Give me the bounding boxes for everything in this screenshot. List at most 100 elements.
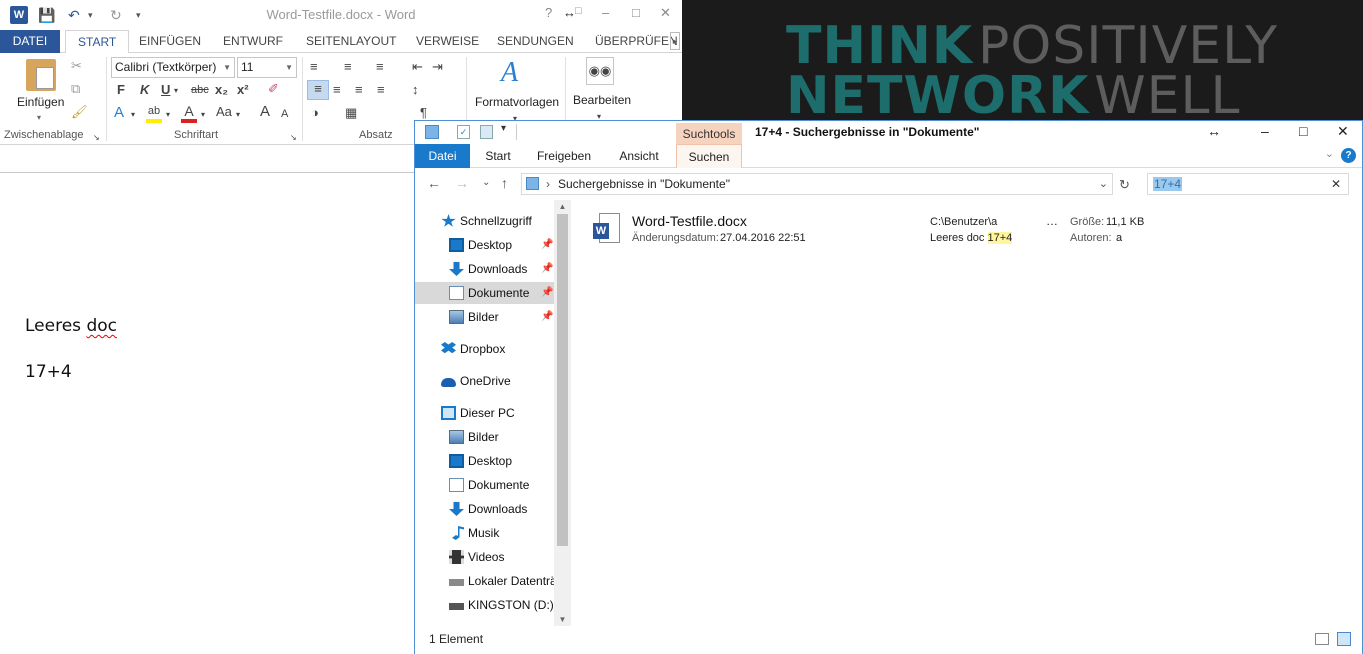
copy-icon[interactable]: ⧉ [71, 81, 80, 97]
scroll-thumb[interactable] [557, 214, 568, 546]
borders-icon[interactable]: ▦ [345, 105, 357, 121]
search-input[interactable]: 17+4 ✕ [1147, 173, 1349, 195]
nav-item-dokumente[interactable]: Dokumente 📌 [415, 282, 571, 304]
doc-line-1[interactable]: Leeres doc [25, 316, 117, 336]
nav-item-lokaler-datentr-ge[interactable]: Lokaler Datenträge [415, 570, 571, 592]
justify-button[interactable]: ≡ [377, 82, 385, 98]
tab-ansicht[interactable]: Ansicht [612, 144, 666, 168]
pin-icon[interactable]: 📌 [541, 234, 553, 256]
strikethrough-button[interactable]: abc [191, 82, 209, 98]
tab-einfuegen[interactable]: EINFÜGEN [139, 30, 201, 53]
change-case-button[interactable]: Aa [216, 104, 232, 120]
highlight-dropdown-icon[interactable]: ▾ [166, 107, 170, 123]
nav-item-desktop[interactable]: Desktop [415, 450, 571, 472]
nav-item-bilder[interactable]: Bilder 📌 [415, 306, 571, 328]
close-button[interactable]: ✕ [1337, 123, 1349, 140]
format-painter-icon[interactable]: 🖌 [71, 104, 88, 120]
paste-icon[interactable] [26, 59, 56, 91]
font-size-combobox[interactable]: 11 ▼ [237, 57, 297, 78]
tiles-view-icon[interactable] [1337, 632, 1351, 646]
nav-item-dropbox[interactable]: Dropbox [415, 338, 571, 360]
explorer-app-icon[interactable] [425, 125, 439, 139]
font-color-dropdown-icon[interactable]: ▾ [201, 107, 205, 123]
tab-ueberpruefen[interactable]: ÜBERPRÜFEN [595, 30, 678, 53]
help-icon[interactable]: ? [545, 5, 552, 20]
pin-icon[interactable]: 📌 [541, 258, 553, 280]
shading-icon[interactable]: ◑ [311, 105, 319, 121]
nav-item-kingston-d[interactable]: KINGSTON (D:) [415, 594, 571, 616]
bold-button[interactable]: F [117, 82, 125, 98]
tab-suchen[interactable]: Suchen [676, 144, 742, 168]
underline-dropdown-icon[interactable]: ▾ [174, 83, 178, 99]
increase-indent-icon[interactable]: ⇥ [432, 59, 443, 75]
nav-item-schnellzugriff[interactable]: Schnellzugriff [415, 210, 571, 232]
editing-label[interactable]: Bearbeiten [573, 93, 631, 107]
font-launcher-icon[interactable]: ↘ [290, 130, 297, 146]
forward-button[interactable]: → [455, 175, 469, 191]
subscript-button[interactable]: x₂ [215, 82, 228, 98]
tab-entwurf[interactable]: ENTWURF [223, 30, 283, 53]
font-name-combobox[interactable]: Calibri (Textkörper) ▼ [111, 57, 235, 78]
tab-sendungen[interactable]: SENDUNGEN [497, 30, 574, 53]
tab-freigeben[interactable]: Freigeben [531, 144, 597, 168]
text-effects-icon[interactable]: A [114, 105, 124, 121]
nav-item-videos[interactable]: Videos [415, 546, 571, 568]
nav-item-musik[interactable]: Musik [415, 522, 571, 544]
paste-dropdown-icon[interactable]: ▾ [37, 113, 41, 122]
tab-start[interactable]: START [65, 30, 130, 54]
customize-quick-access-icon[interactable]: ▾ [501, 123, 506, 134]
line-spacing-icon[interactable]: ↕ [412, 82, 419, 98]
tab-datei[interactable]: Datei [415, 144, 470, 168]
decrease-indent-icon[interactable]: ⇤ [412, 59, 423, 75]
tabs-scroll-right-icon[interactable]: ▸ [670, 32, 680, 50]
italic-button[interactable]: K [140, 82, 149, 98]
pilcrow-icon[interactable]: ¶ [420, 105, 427, 121]
nav-item-downloads[interactable]: Downloads 📌 [415, 258, 571, 280]
clear-search-icon[interactable]: ✕ [1331, 174, 1341, 194]
nav-item-onedrive[interactable]: OneDrive [415, 370, 571, 392]
maximize-button[interactable]: □ [1299, 123, 1307, 139]
pin-icon[interactable]: 📌 [541, 282, 553, 304]
nav-item-downloads[interactable]: Downloads [415, 498, 571, 520]
cut-icon[interactable]: ✂ [71, 58, 82, 74]
nav-item-dieser-pc[interactable]: Dieser PC [415, 402, 571, 424]
font-color-icon[interactable]: A [181, 103, 197, 123]
change-case-dropdown-icon[interactable]: ▾ [236, 107, 240, 123]
ribbon-display-options-icon[interactable]: □ [575, 5, 582, 17]
address-bar[interactable]: › Suchergebnisse in "Dokumente" ⌄ [521, 173, 1113, 195]
text-effects-dropdown-icon[interactable]: ▾ [131, 107, 135, 123]
up-button[interactable]: ↑ [501, 175, 508, 191]
superscript-button[interactable]: x² [237, 82, 249, 98]
address-dropdown-icon[interactable]: ⌄ [1099, 174, 1108, 194]
back-button[interactable]: ← [427, 175, 441, 191]
help-icon[interactable]: ? [1341, 148, 1356, 163]
align-right-button[interactable]: ≡ [355, 82, 363, 98]
clear-formatting-icon[interactable]: ✐ [268, 81, 279, 97]
tab-verweise[interactable]: VERWEISE [416, 30, 479, 53]
doc-line-2[interactable]: 17+4 [25, 362, 72, 382]
new-folder-icon[interactable] [480, 125, 493, 139]
highlight-color-icon[interactable]: ab [146, 103, 162, 123]
nav-item-bilder[interactable]: Bilder [415, 426, 571, 448]
shrink-font-button[interactable]: A [281, 106, 288, 122]
clipboard-launcher-icon[interactable]: ↘ [93, 130, 100, 146]
refresh-icon[interactable]: ↻ [1119, 177, 1130, 193]
nav-item-desktop[interactable]: Desktop 📌 [415, 234, 571, 256]
minimize-button[interactable]: – [602, 5, 609, 20]
grow-font-button[interactable]: A [260, 104, 270, 120]
tab-start[interactable]: Start [476, 144, 520, 168]
pin-icon[interactable]: 📌 [541, 306, 553, 328]
properties-icon[interactable]: ✓ [457, 125, 470, 139]
result-file-name[interactable]: Word-Testfile.docx [632, 213, 747, 229]
underline-button[interactable]: U [161, 82, 170, 98]
maximize-button[interactable]: □ [632, 5, 640, 20]
expand-ribbon-icon[interactable]: ⌄ [1325, 147, 1334, 160]
details-view-icon[interactable] [1315, 633, 1329, 645]
align-left-button[interactable]: ≡ [307, 80, 329, 100]
scroll-down-icon[interactable]: ▼ [554, 615, 571, 624]
nav-scrollbar[interactable]: ▲ ▼ [554, 200, 571, 626]
tab-seitenlayout[interactable]: SEITENLAYOUT [306, 30, 396, 53]
bullets-icon[interactable]: ≡ [310, 59, 318, 75]
minimize-button[interactable]: – [1261, 123, 1269, 139]
paste-label[interactable]: Einfügen [17, 95, 64, 109]
